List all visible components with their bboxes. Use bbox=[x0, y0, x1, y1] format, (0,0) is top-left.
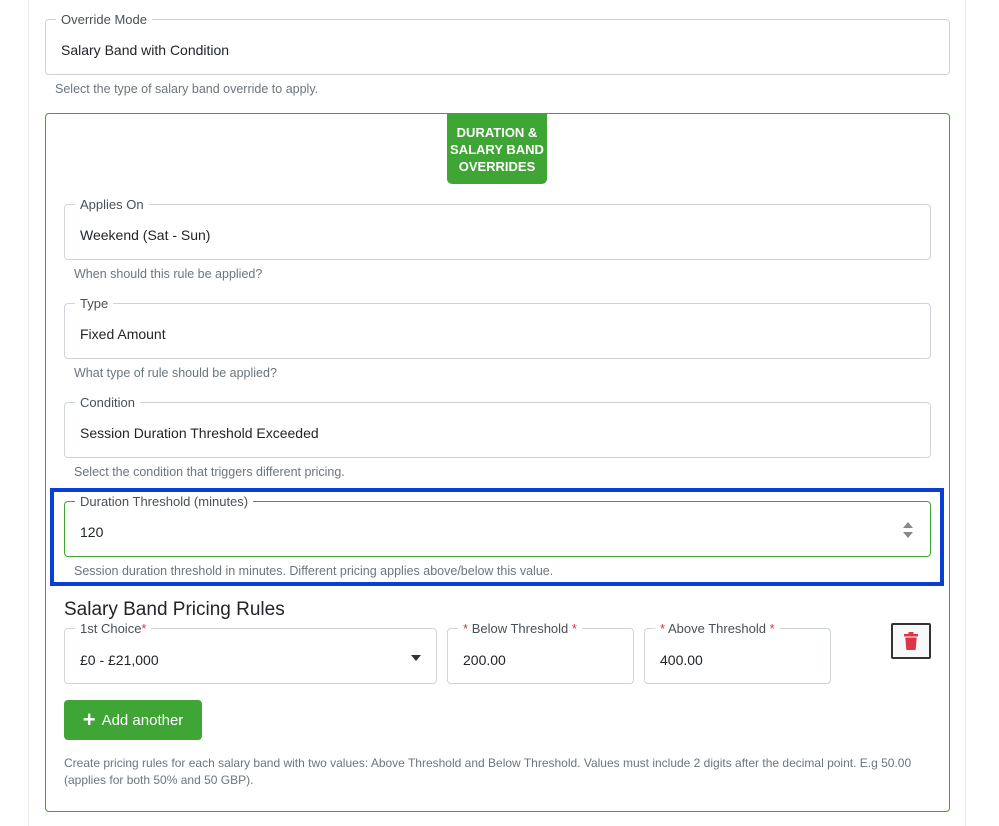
condition-value: Session Duration Threshold Exceeded bbox=[80, 425, 319, 441]
applies-on-label: Applies On bbox=[75, 197, 149, 212]
trash-icon bbox=[904, 632, 918, 650]
below-threshold-value: 200.00 bbox=[463, 652, 506, 668]
add-another-label: Add another bbox=[101, 711, 184, 729]
type-select[interactable]: Type Fixed Amount bbox=[64, 296, 931, 359]
applies-on-select[interactable]: Applies On Weekend (Sat - Sun) bbox=[64, 197, 931, 260]
panel-badge: DURATION & SALARY BAND OVERRIDES bbox=[447, 114, 547, 184]
duration-threshold-input[interactable]: Duration Threshold (minutes) 120 bbox=[64, 494, 931, 557]
required-mark: * bbox=[769, 621, 775, 636]
override-mode-select[interactable]: Override Mode Salary Band with Condition bbox=[45, 12, 950, 75]
type-helper: What type of rule should be applied? bbox=[74, 366, 277, 380]
plus-icon: + bbox=[82, 707, 96, 732]
above-threshold-input[interactable]: * Above Threshold * 400.00 bbox=[644, 621, 831, 684]
condition-select[interactable]: Condition Session Duration Threshold Exc… bbox=[64, 395, 931, 458]
add-another-button[interactable]: + Add another bbox=[64, 700, 202, 740]
below-threshold-label: * Below Threshold * bbox=[458, 621, 582, 636]
pricing-rules-title: Salary Band Pricing Rules bbox=[64, 599, 285, 620]
type-label: Type bbox=[75, 296, 114, 311]
applies-on-helper: When should this rule be applied? bbox=[74, 267, 263, 281]
required-mark: * bbox=[463, 621, 469, 636]
below-threshold-label-text: Below Threshold bbox=[471, 621, 569, 636]
override-mode-label: Override Mode bbox=[56, 12, 152, 27]
required-mark: * bbox=[660, 621, 666, 636]
applies-on-value: Weekend (Sat - Sun) bbox=[80, 227, 211, 243]
spinner-arrows-icon[interactable] bbox=[902, 521, 914, 539]
duration-threshold-label: Duration Threshold (minutes) bbox=[75, 494, 254, 509]
above-threshold-value: 400.00 bbox=[660, 652, 703, 668]
duration-threshold-value: 120 bbox=[80, 524, 104, 540]
salary-band-choice-select[interactable]: 1st Choice* £0 - £21,000 bbox=[64, 621, 437, 684]
duration-threshold-helper: Session duration threshold in minutes. D… bbox=[74, 564, 554, 578]
required-mark: * bbox=[141, 621, 147, 636]
below-threshold-input[interactable]: * Below Threshold * 200.00 bbox=[447, 621, 634, 684]
override-mode-helper: Select the type of salary band override … bbox=[55, 82, 319, 96]
choice-label: 1st Choice* bbox=[75, 621, 152, 636]
delete-rule-button[interactable] bbox=[891, 623, 931, 659]
required-mark: * bbox=[571, 621, 577, 636]
above-threshold-label-text: Above Threshold bbox=[667, 621, 767, 636]
choice-value: £0 - £21,000 bbox=[80, 652, 159, 668]
override-mode-value: Salary Band with Condition bbox=[61, 42, 230, 58]
above-threshold-label: * Above Threshold * bbox=[655, 621, 780, 636]
type-value: Fixed Amount bbox=[80, 326, 166, 342]
choice-label-text: 1st Choice bbox=[80, 621, 142, 636]
chevron-down-icon[interactable] bbox=[411, 655, 421, 661]
condition-label: Condition bbox=[75, 395, 140, 410]
pricing-rules-footnote: Create pricing rules for each salary ban… bbox=[64, 756, 912, 787]
condition-helper: Select the condition that triggers diffe… bbox=[74, 465, 345, 479]
